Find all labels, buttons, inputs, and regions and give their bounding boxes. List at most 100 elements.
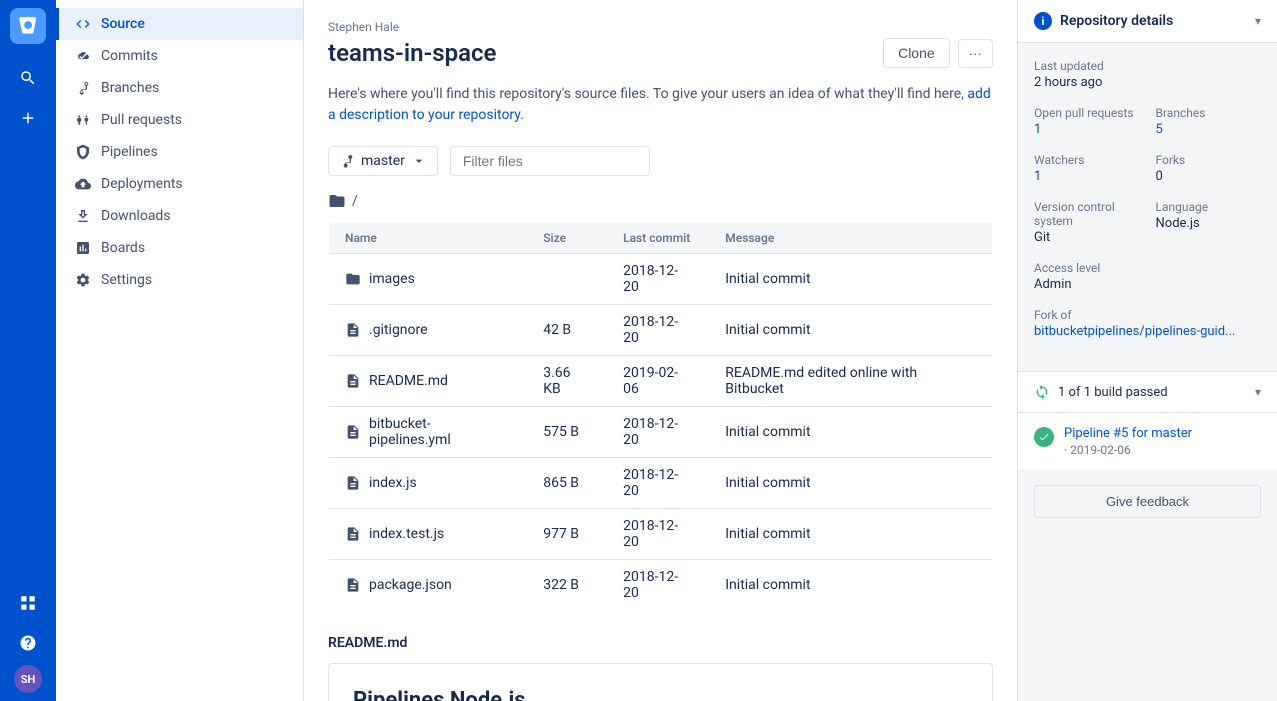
sidebar-item-boards[interactable]: Boards (56, 232, 303, 264)
language-value: Node.js (1156, 216, 1262, 231)
info-icon: i (1034, 12, 1052, 30)
file-size: 865 B (527, 458, 607, 509)
sidebar-item-deployments-label: Deployments (101, 176, 183, 192)
file-last-commit: 2018-12-20 (607, 254, 709, 305)
sidebar-item-pull-requests-label: Pull requests (101, 112, 182, 128)
watchers-link[interactable]: 1 (1034, 169, 1041, 184)
grid-icon[interactable] (10, 585, 46, 621)
sidebar-item-source-label: Source (101, 16, 145, 32)
icon-bar: SH (0, 0, 56, 701)
sidebar-item-commits-label: Commits (101, 48, 158, 64)
build-count-text: 1 of 1 build passed (1058, 385, 1168, 400)
sidebar-item-pipelines[interactable]: Pipelines (56, 136, 303, 168)
build-chevron-icon[interactable]: ▾ (1255, 385, 1261, 399)
vcs-language-row: Version control system Git Language Node… (1034, 200, 1261, 245)
table-row: README.md 3.66 KB 2019-02-06 README.md e… (329, 356, 993, 407)
forks-col: Forks 0 (1156, 153, 1262, 184)
file-link[interactable]: index.test.js (369, 526, 444, 542)
file-last-commit: 2018-12-20 (607, 509, 709, 560)
right-panel: i Repository details ▾ Last updated 2 ho… (1017, 0, 1277, 701)
file-name-cell: images (329, 254, 528, 305)
chevron-down-icon (411, 153, 427, 169)
file-link[interactable]: bitbucket-pipelines.yml (369, 416, 511, 448)
file-link[interactable]: index.js (369, 475, 417, 491)
file-last-commit: 2018-12-20 (607, 305, 709, 356)
file-message: Initial commit (709, 560, 992, 611)
build-cycle-icon (1034, 384, 1050, 400)
fork-of-value: bitbucketpipelines/pipelines-guid... (1034, 324, 1261, 339)
app-logo[interactable] (10, 8, 46, 44)
file-last-commit: 2018-12-20 (607, 407, 709, 458)
forks-value: 0 (1156, 169, 1262, 184)
file-link[interactable]: images (369, 271, 415, 287)
last-updated-block: Last updated 2 hours ago (1034, 59, 1261, 90)
last-updated-label: Last updated (1034, 59, 1261, 73)
file-name-cell: bitbucket-pipelines.yml (329, 407, 528, 458)
sidebar-item-settings[interactable]: Settings (56, 264, 303, 296)
give-feedback-button[interactable]: Give feedback (1034, 485, 1261, 518)
file-message: README.md edited online with Bitbucket (709, 356, 992, 407)
file-link[interactable]: .gitignore (369, 322, 428, 338)
branches-link[interactable]: 5 (1156, 122, 1163, 137)
branch-name: master (361, 153, 405, 169)
sidebar-item-pipelines-label: Pipelines (101, 144, 158, 160)
sidebar-item-pull-requests[interactable]: Pull requests (56, 104, 303, 136)
right-panel-body: Last updated 2 hours ago Open pull reque… (1018, 43, 1277, 371)
branch-icon (339, 153, 355, 169)
file-link[interactable]: README.md (369, 373, 448, 389)
watchers-label: Watchers (1034, 153, 1140, 167)
sidebar-item-commits[interactable]: Commits (56, 40, 303, 72)
path-separator: / (352, 193, 358, 209)
build-date: · 2019-02-06 (1064, 443, 1192, 457)
vcs-value: Git (1034, 230, 1140, 245)
repo-details-title: Repository details (1060, 13, 1173, 29)
file-message: Initial commit (709, 509, 992, 560)
language-label: Language (1156, 200, 1262, 214)
col-header-size: Size (527, 223, 607, 254)
clone-button[interactable]: Clone (883, 38, 950, 68)
file-size: 42 B (527, 305, 607, 356)
sidebar-item-branches[interactable]: Branches (56, 72, 303, 104)
more-button[interactable]: ··· (958, 39, 993, 68)
branches-col: Branches 5 (1156, 106, 1262, 137)
repo-title-row: teams-in-space Clone ··· (328, 38, 993, 68)
filter-files-input[interactable] (450, 146, 650, 176)
pipeline-link[interactable]: Pipeline #5 for master (1064, 426, 1192, 441)
watchers-forks-row: Watchers 1 Forks 0 (1034, 153, 1261, 184)
user-avatar[interactable]: SH (14, 665, 42, 693)
col-header-message: Message (709, 223, 992, 254)
search-button[interactable] (10, 60, 46, 96)
file-link[interactable]: package.json (369, 577, 452, 593)
sidebar-item-downloads[interactable]: Downloads (56, 200, 303, 232)
sidebar-item-deployments[interactable]: Deployments (56, 168, 303, 200)
file-last-commit: 2019-02-06 (607, 356, 709, 407)
build-header[interactable]: 1 of 1 build passed ▾ (1018, 371, 1277, 413)
table-row: index.js 865 B 2018-12-20 Initial commit (329, 458, 993, 509)
access-level-label: Access level (1034, 261, 1261, 275)
repo-toolbar: master (328, 146, 993, 176)
open-pr-link[interactable]: 1 (1034, 122, 1041, 137)
vcs-label: Version control system (1034, 200, 1140, 228)
readme-title: Pipelines Node.js (353, 688, 968, 701)
deployments-icon (75, 176, 91, 192)
branch-selector[interactable]: master (328, 146, 438, 176)
pr-branches-row: Open pull requests 1 Branches 5 (1034, 106, 1261, 137)
open-pr-value: 1 (1034, 122, 1140, 137)
readme-header: README.md (328, 635, 993, 651)
fork-of-link[interactable]: bitbucketpipelines/pipelines-guid... (1034, 324, 1235, 339)
file-message: Initial commit (709, 458, 992, 509)
fork-of-label: Fork of (1034, 308, 1261, 322)
question-icon[interactable] (10, 625, 46, 661)
chevron-icon[interactable]: ▾ (1255, 14, 1261, 28)
file-table: Name Size Last commit Message images 201… (328, 222, 993, 611)
repo-actions: Clone ··· (883, 38, 993, 68)
create-button[interactable] (10, 100, 46, 136)
file-message: Initial commit (709, 305, 992, 356)
pr-icon (75, 112, 91, 128)
build-item: Pipeline #5 for master · 2019-02-06 (1018, 413, 1277, 469)
sidebar-item-boards-label: Boards (101, 240, 145, 256)
sidebar-item-source[interactable]: Source (56, 8, 303, 40)
col-header-name: Name (329, 223, 528, 254)
commits-icon (75, 48, 91, 64)
settings-icon (75, 272, 91, 288)
